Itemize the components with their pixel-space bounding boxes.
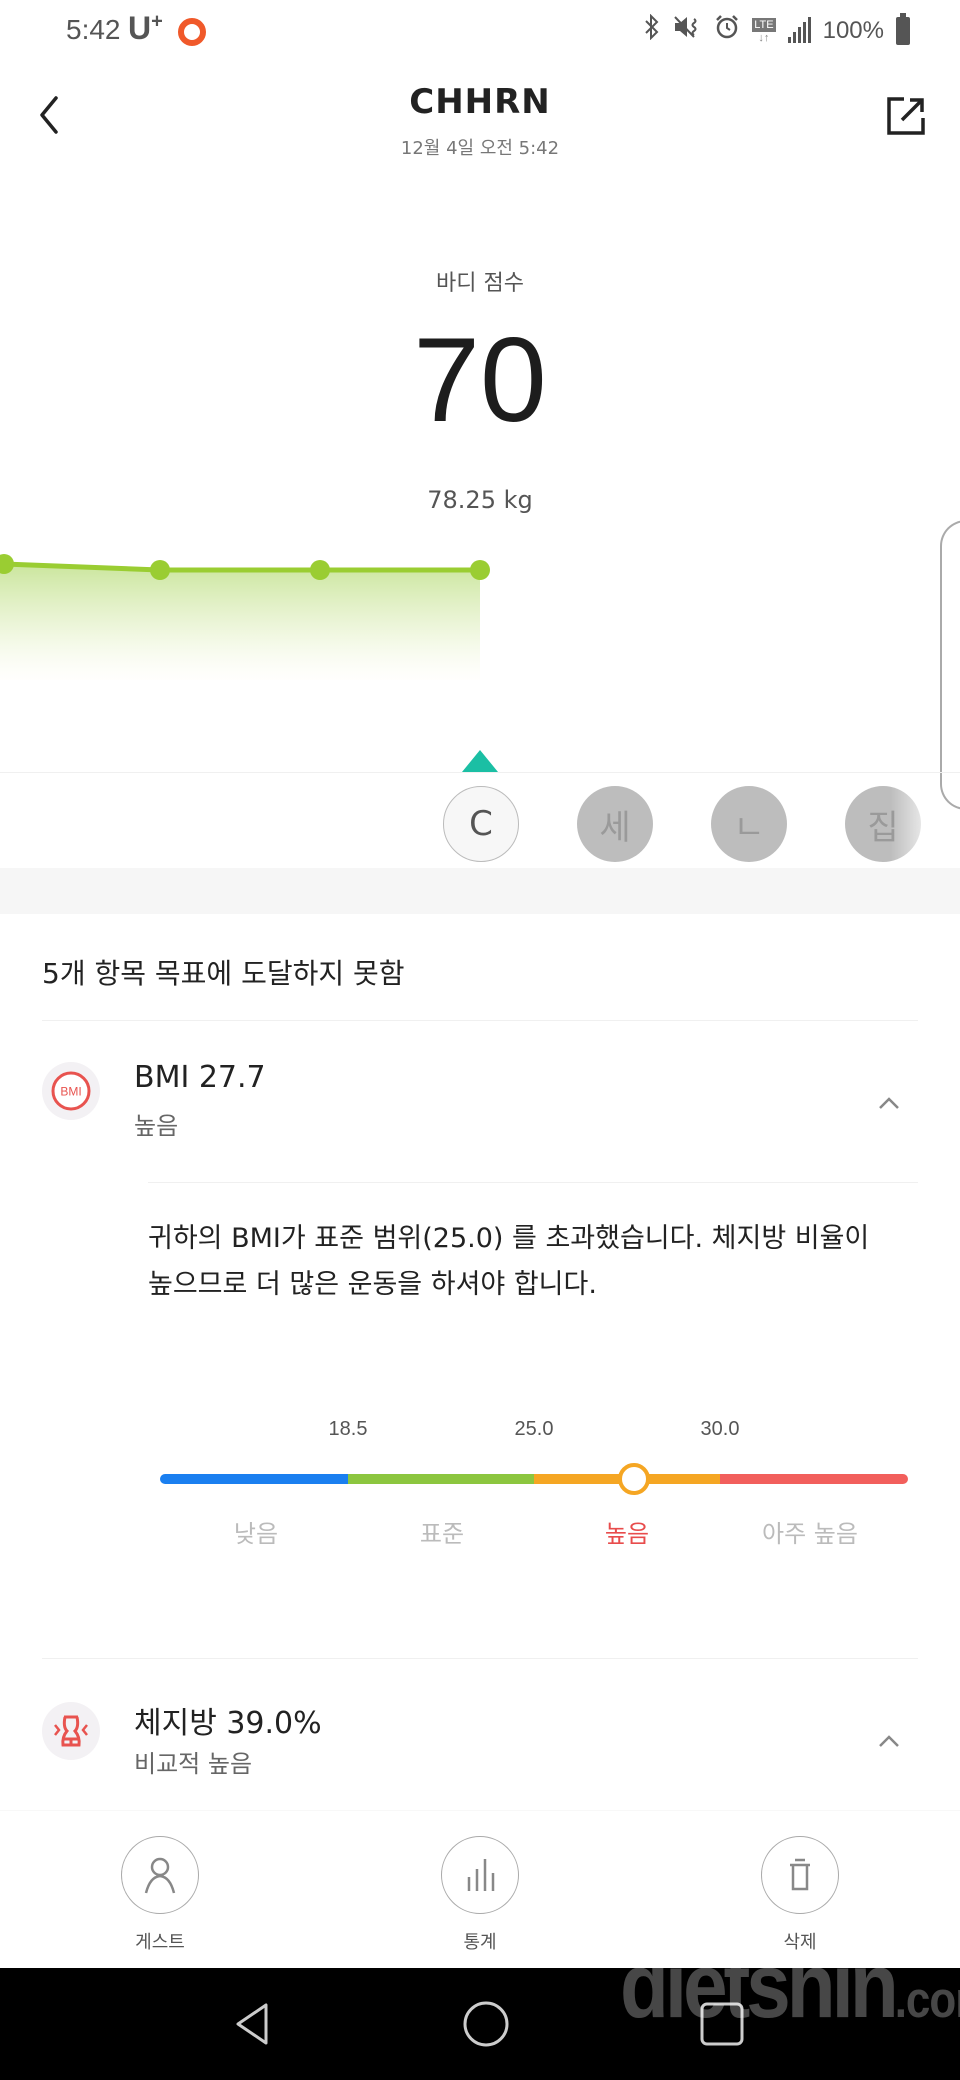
bmi-description: 귀하의 BMI가 표준 범위(25.0) 를 초과했습니다. 체지방 비율이 높… — [148, 1223, 870, 1300]
nav-recents-icon — [700, 2002, 744, 2046]
carrier-label: U+ — [128, 10, 163, 47]
user-avatar-se[interactable]: 세 — [577, 786, 653, 862]
scale-segment-normal — [348, 1474, 534, 1484]
divider — [148, 1182, 918, 1183]
bottom-actions: 게스트 통계 삭제 — [0, 1810, 960, 1960]
delete-button[interactable]: 삭제 — [760, 1836, 840, 1954]
edge-panel-handle[interactable] — [940, 520, 960, 810]
scale-segment-low — [160, 1474, 348, 1484]
nav-home-button[interactable] — [458, 1996, 514, 2052]
weight-value: 78.25 kg — [427, 486, 533, 514]
user-initial: 집 — [867, 807, 899, 848]
signal-icon — [787, 16, 811, 43]
nav-home-icon — [463, 2001, 509, 2047]
trend-area — [0, 564, 480, 680]
scale-tick: 30.0 — [700, 1418, 740, 1440]
system-nav-bar — [0, 1968, 960, 2080]
data-arrows-icon: ↓↑ — [758, 31, 770, 44]
page-title: CHHRN — [409, 82, 551, 122]
guest-button[interactable]: 게스트 — [120, 1836, 200, 1954]
nav-back-button[interactable] — [224, 1996, 280, 2052]
user-initial: 세 — [599, 807, 631, 848]
body-score-label: 바디 점수 — [436, 271, 524, 296]
carrier-plus: + — [151, 10, 163, 33]
divider — [0, 1810, 960, 1811]
scale-tick: 25.0 — [514, 1418, 554, 1440]
scale-category: 아주 높음 — [762, 1520, 858, 1548]
body-score-value: 70 — [413, 313, 547, 447]
chevron-up-icon[interactable] — [876, 1728, 902, 1754]
delete-label: 삭제 — [783, 1932, 817, 1953]
divider — [0, 772, 960, 773]
user-selector: C 세 ㄴ 집 — [0, 786, 960, 866]
divider — [42, 1020, 918, 1021]
bmi-icon: BMI — [42, 1062, 100, 1120]
bmi-value-marker — [618, 1463, 651, 1495]
nav-back-icon — [236, 2003, 268, 2045]
trend-point[interactable] — [310, 560, 330, 580]
scale-category: 표준 — [419, 1520, 465, 1548]
share-icon — [887, 97, 925, 135]
selected-user-pointer-icon — [462, 750, 498, 772]
body-fat-title: 체지방 39.0% — [134, 1706, 322, 1741]
user-initial: ㄴ — [733, 807, 765, 848]
chevron-up-icon[interactable] — [876, 1090, 902, 1116]
scale-bar — [160, 1474, 908, 1484]
person-icon — [144, 1857, 176, 1894]
statistics-label: 통계 — [463, 1932, 497, 1953]
user-avatar-c[interactable]: C — [443, 786, 519, 862]
bmi-scale: 18.5 25.0 30.0 낮음 표준 높음 아주 높음 — [160, 1410, 908, 1550]
user-avatar-jip[interactable]: 집 — [845, 786, 921, 862]
bmi-icon-text: BMI — [60, 1085, 81, 1099]
trash-icon — [790, 1858, 810, 1891]
section-separator — [0, 868, 960, 914]
bluetooth-icon — [644, 13, 660, 47]
battery-icon — [896, 12, 910, 45]
status-time: 5:42 — [66, 14, 121, 45]
bmi-status: 높음 — [134, 1112, 179, 1140]
score-trend-chart[interactable] — [0, 540, 960, 700]
nav-recents-button[interactable] — [694, 1996, 750, 2052]
lte-icon: LTE ↓↑ — [752, 17, 776, 44]
app-header: CHHRN 12월 4일 오전 5:42 — [0, 70, 960, 170]
guest-label: 게스트 — [135, 1932, 185, 1953]
guest-button-circle[interactable] — [121, 1836, 199, 1914]
share-button[interactable] — [884, 94, 928, 138]
trend-point[interactable] — [470, 560, 490, 580]
bar-chart-icon — [467, 1859, 495, 1891]
user-avatar-n[interactable]: ㄴ — [711, 786, 787, 862]
alarm-icon — [714, 14, 740, 47]
carrier-logo-icon — [178, 18, 206, 46]
statistics-button[interactable]: 통계 — [440, 1836, 520, 1954]
lte-label: LTE — [752, 17, 776, 32]
body-fat-icon — [42, 1702, 100, 1760]
vibrate-icon — [672, 14, 702, 47]
divider — [42, 1658, 918, 1659]
carrier-name: U — [128, 10, 152, 46]
battery-percent: 100% — [822, 16, 884, 44]
status-icons: LTE ↓↑ 100% — [644, 12, 910, 47]
bmi-title: BMI 27.7 — [134, 1060, 266, 1095]
delete-button-circle[interactable] — [761, 1836, 839, 1914]
trend-line — [3, 561, 480, 573]
goals-heading: 5개 항목 목표에 도달하지 못함 — [42, 957, 405, 990]
scale-segment-very-high — [720, 1474, 908, 1484]
scale-category: 낮음 — [233, 1520, 279, 1548]
scale-category-current: 높음 — [604, 1520, 650, 1548]
status-bar: 5:42 U+ LTE ↓↑ 100% — [0, 0, 960, 66]
trend-point[interactable] — [150, 560, 170, 580]
measurement-datetime: 12월 4일 오전 5:42 — [400, 138, 560, 159]
scale-tick: 18.5 — [328, 1418, 368, 1440]
statistics-button-circle[interactable] — [441, 1836, 519, 1914]
user-initial: C — [469, 804, 493, 844]
body-fat-status: 비교적 높음 — [134, 1750, 253, 1778]
